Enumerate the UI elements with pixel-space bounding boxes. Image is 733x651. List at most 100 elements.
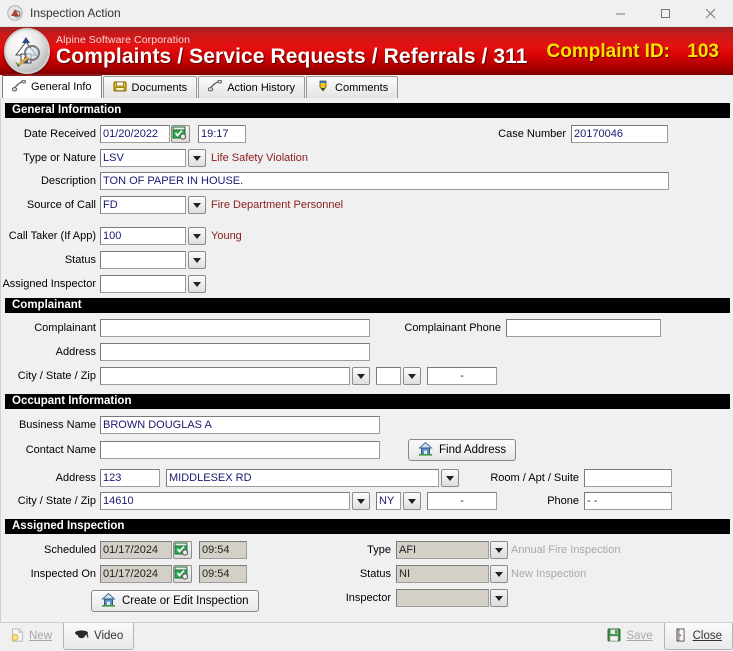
complainant-city-dropdown-button[interactable] [352, 367, 370, 385]
call-taker-dropdown-button[interactable] [188, 227, 206, 245]
date-received-input[interactable]: 01/20/2022 [100, 125, 170, 143]
description-label: Description [40, 175, 96, 187]
complainant-address-label: Address [55, 346, 96, 358]
type-or-nature-hint: Life Safety Violation [211, 152, 309, 164]
form-body: General Information Date Received 01/20/… [0, 98, 733, 623]
bottom-toolbar: New Video Save Close [0, 622, 733, 651]
occupant-address-dropdown-button[interactable] [441, 469, 459, 487]
occupant-city-input[interactable]: 14610 [100, 492, 350, 510]
inspection-type-hint: Annual Fire Inspection [511, 544, 621, 556]
assigned-inspector-input[interactable] [100, 275, 186, 293]
calendar-icon[interactable] [173, 541, 192, 559]
complainant-state-input[interactable] [376, 367, 401, 385]
folder-icon [113, 80, 127, 95]
complainant-zip-input[interactable]: - [427, 367, 497, 385]
tab-label: Comments [335, 81, 389, 94]
complainant-phone-input[interactable] [506, 319, 661, 337]
call-taker-label: Call Taker (If App) [8, 230, 96, 242]
type-or-nature-dropdown-button[interactable] [188, 149, 206, 167]
inspection-inspector-input[interactable] [396, 589, 489, 607]
room-apt-suite-input[interactable] [584, 469, 672, 487]
type-or-nature-input[interactable]: LSV [100, 149, 186, 167]
inspection-inspector-label: Inspector [345, 592, 391, 604]
time-received-input[interactable]: 19:17 [198, 125, 246, 143]
complaint-id: Complaint ID: 103 [547, 41, 719, 63]
section-header-occupant-information: Occupant Information [5, 394, 730, 409]
inspected-on-date-input[interactable]: 01/17/2024 [100, 565, 172, 583]
inspection-type-dropdown-button[interactable] [490, 541, 508, 559]
source-of-call-dropdown-button[interactable] [188, 196, 206, 214]
scheduled-label: Scheduled [44, 544, 96, 556]
pencil-icon [316, 80, 330, 95]
minimize-button[interactable] [598, 0, 643, 26]
save-button[interactable]: Save [596, 623, 664, 650]
complainant-state-dropdown-button[interactable] [403, 367, 421, 385]
business-name-input[interactable]: BROWN DOUGLAS A [100, 416, 380, 434]
complainant-name-input[interactable] [100, 319, 370, 337]
inspection-status-dropdown-button[interactable] [490, 565, 508, 583]
video-button[interactable]: Video [63, 623, 135, 650]
occupant-phone-input[interactable]: - - [584, 492, 672, 510]
complaint-id-value: 103 [687, 41, 719, 62]
inspection-inspector-dropdown-button[interactable] [490, 589, 508, 607]
complainant-city-input[interactable] [100, 367, 350, 385]
occupant-address-street-input[interactable]: MIDDLESEX RD [166, 469, 439, 487]
complainant-name-label: Complainant [34, 322, 96, 334]
scheduled-date-input[interactable]: 01/17/2024 [100, 541, 172, 559]
occupant-address-number-input[interactable]: 123 [100, 469, 160, 487]
create-or-edit-inspection-button[interactable]: Create or Edit Inspection [91, 590, 259, 612]
save-disk-icon [607, 628, 621, 645]
tab-label: Action History [227, 81, 296, 94]
tab-general-info[interactable]: General Info [2, 74, 102, 98]
status-dropdown-button[interactable] [188, 251, 206, 269]
app-banner: Alpine Software Corporation Complaints /… [0, 27, 733, 75]
find-address-button[interactable]: Find Address [408, 439, 517, 461]
inspected-on-time-input[interactable]: 09:54 [199, 565, 247, 583]
video-label: Video [94, 630, 124, 642]
inspection-type-label: Type [367, 544, 391, 556]
section-header-complainant: Complainant [5, 298, 730, 313]
scheduled-time-input[interactable]: 09:54 [199, 541, 247, 559]
new-button[interactable]: New [0, 623, 64, 650]
calendar-icon[interactable] [173, 565, 192, 583]
new-document-icon [11, 627, 24, 645]
call-taker-input[interactable]: 100 [100, 227, 186, 245]
tab-comments[interactable]: Comments [306, 76, 399, 98]
section-header-assigned-inspection: Assigned Inspection [5, 519, 730, 534]
house-icon [101, 592, 116, 610]
page-title: Complaints / Service Requests / Referral… [56, 45, 528, 69]
contact-name-input[interactable] [100, 441, 380, 459]
tab-documents[interactable]: Documents [102, 76, 198, 98]
occupant-city-dropdown-button[interactable] [352, 492, 370, 510]
occupant-state-input[interactable]: NY [376, 492, 401, 510]
inspected-on-label: Inspected On [30, 568, 96, 580]
occupant-citystatezip-label: City / State / Zip [17, 495, 96, 507]
window-titlebar: Inspection Action [0, 0, 733, 27]
case-number-input[interactable]: 20170046 [571, 125, 668, 143]
complainant-phone-label: Complainant Phone [404, 322, 501, 334]
application-window: Inspection Action Alpine Software Corpor… [0, 0, 733, 651]
inspection-status-input[interactable]: NI [396, 565, 489, 583]
close-button[interactable] [688, 0, 733, 26]
close-button-bottom[interactable]: Close [663, 623, 733, 650]
tab-action-history[interactable]: Action History [198, 76, 306, 98]
inspection-status-hint: New Inspection [511, 568, 587, 580]
app-icon [7, 5, 23, 21]
create-or-edit-inspection-label: Create or Edit Inspection [122, 595, 249, 607]
tab-label: Documents [131, 81, 188, 94]
close-label: Close [692, 630, 722, 642]
complainant-citystatezip-label: City / State / Zip [17, 370, 96, 382]
find-address-label: Find Address [439, 444, 507, 456]
maximize-button[interactable] [643, 0, 688, 26]
description-input[interactable]: TON OF PAPER IN HOUSE. [100, 172, 669, 190]
complainant-address-input[interactable] [100, 343, 370, 361]
calendar-icon[interactable] [171, 125, 190, 143]
inspection-type-input[interactable]: AFI [396, 541, 489, 559]
tab-label: General Info [31, 81, 92, 93]
assigned-inspector-dropdown-button[interactable] [188, 275, 206, 293]
banner-text: Alpine Software Corporation Complaints /… [56, 35, 528, 68]
occupant-state-dropdown-button[interactable] [403, 492, 421, 510]
new-label: New [29, 630, 53, 642]
status-input[interactable] [100, 251, 186, 269]
source-of-call-input[interactable]: FD [100, 196, 186, 214]
